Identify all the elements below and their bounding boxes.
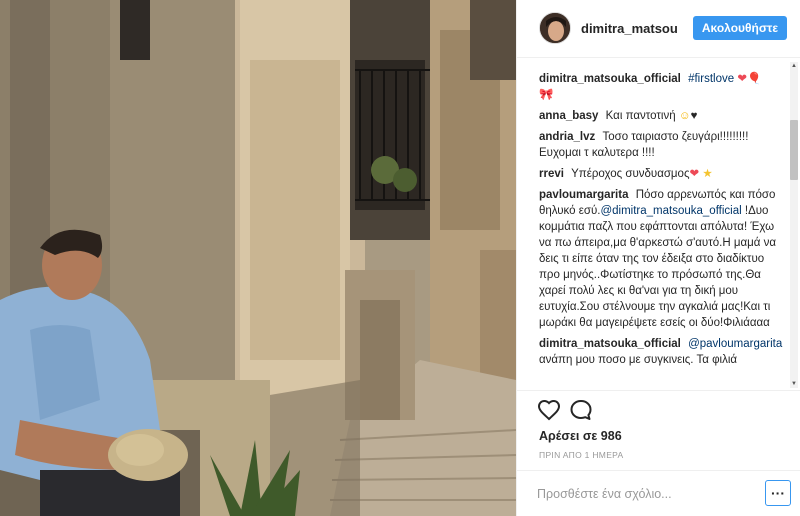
- mention-link[interactable]: @dimitra_matsouka_official: [600, 205, 741, 217]
- more-options-button[interactable]: ···: [765, 480, 791, 506]
- post-photo[interactable]: [0, 0, 516, 516]
- heart-balloon-emoji: ❤🎈: [737, 73, 762, 85]
- comment-username[interactable]: anna_basy: [539, 110, 598, 122]
- comments-scrollbar[interactable]: [790, 62, 798, 388]
- post-side-panel: dimitra_matsouka Ακολουθήστε dimitra_mat…: [516, 0, 800, 516]
- heart-icon[interactable]: [537, 398, 561, 422]
- post-timestamp: ΠΡΙΝ ΑΠΟ 1 ΗΜΕΡΑ: [539, 450, 624, 460]
- post-photo-image: [0, 0, 516, 516]
- comment-username[interactable]: dimitra_matsouka_official: [539, 338, 681, 350]
- comment-item: andria_lvz Τοσο ταιριαστο ζευγάρι!!!!!!!…: [539, 129, 785, 161]
- comment-item: dimitra_matsouka_official #firstlove ❤🎈 …: [539, 71, 785, 103]
- follow-button[interactable]: Ακολουθήστε: [693, 16, 787, 40]
- heart-emoji: ❤: [689, 168, 700, 180]
- comment-input[interactable]: [537, 483, 737, 505]
- comment-username[interactable]: pavloumargarita: [539, 189, 628, 201]
- comment-username[interactable]: dimitra_matsouka_official: [539, 73, 681, 85]
- comment-item: pavloumargarita Πόσο αρρενωπός και πόσο …: [539, 187, 785, 331]
- hashtag-link[interactable]: #firstlove: [688, 73, 734, 85]
- post-header: dimitra_matsouka Ακολουθήστε: [517, 0, 800, 58]
- smile-emoji: ☺: [678, 110, 691, 122]
- post-actions: [537, 398, 617, 424]
- scroll-up-icon[interactable]: ▲: [790, 62, 798, 70]
- comment-username[interactable]: rrevi: [539, 168, 564, 180]
- ribbon-emoji: 🎀: [539, 89, 554, 101]
- comment-text: Και παντοτινή: [605, 110, 676, 122]
- scroll-down-icon[interactable]: ▼: [790, 380, 798, 388]
- comment-icon[interactable]: [569, 398, 593, 422]
- scrollbar-thumb[interactable]: [790, 120, 798, 180]
- mention-link[interactable]: @pavloumargarita: [688, 338, 782, 350]
- comment-item: dimitra_matsouka_official @pavloumargari…: [539, 336, 785, 368]
- author-username[interactable]: dimitra_matsouka: [581, 21, 677, 36]
- add-comment-section: ···: [517, 470, 800, 516]
- comment-text: Υπέροχος συνδυασμος: [571, 168, 690, 180]
- comment-item: rrevi Υπέροχος συνδυασμος❤ ★: [539, 166, 785, 182]
- author-avatar[interactable]: [539, 12, 571, 44]
- instagram-post-viewer: dimitra_matsouka Ακολουθήστε dimitra_mat…: [0, 0, 800, 516]
- black-heart-emoji: ♥: [690, 110, 698, 122]
- comment-item: anna_basy Και παντοτινή ☺♥: [539, 108, 785, 124]
- avatar-image: [540, 13, 570, 43]
- comment-text: ανάπη μου ποσο με συγκινεις. Τα φιλιά: [539, 354, 738, 366]
- likes-count[interactable]: Αρέσει σε 986: [539, 429, 622, 443]
- star-emoji: ★: [702, 168, 713, 180]
- comment-username[interactable]: andria_lvz: [539, 131, 595, 143]
- comment-text: !Δυο κομμάτια παζλ που εφάπτονται απόλυτ…: [539, 205, 776, 329]
- comments-list[interactable]: dimitra_matsouka_official #firstlove ❤🎈 …: [517, 59, 800, 391]
